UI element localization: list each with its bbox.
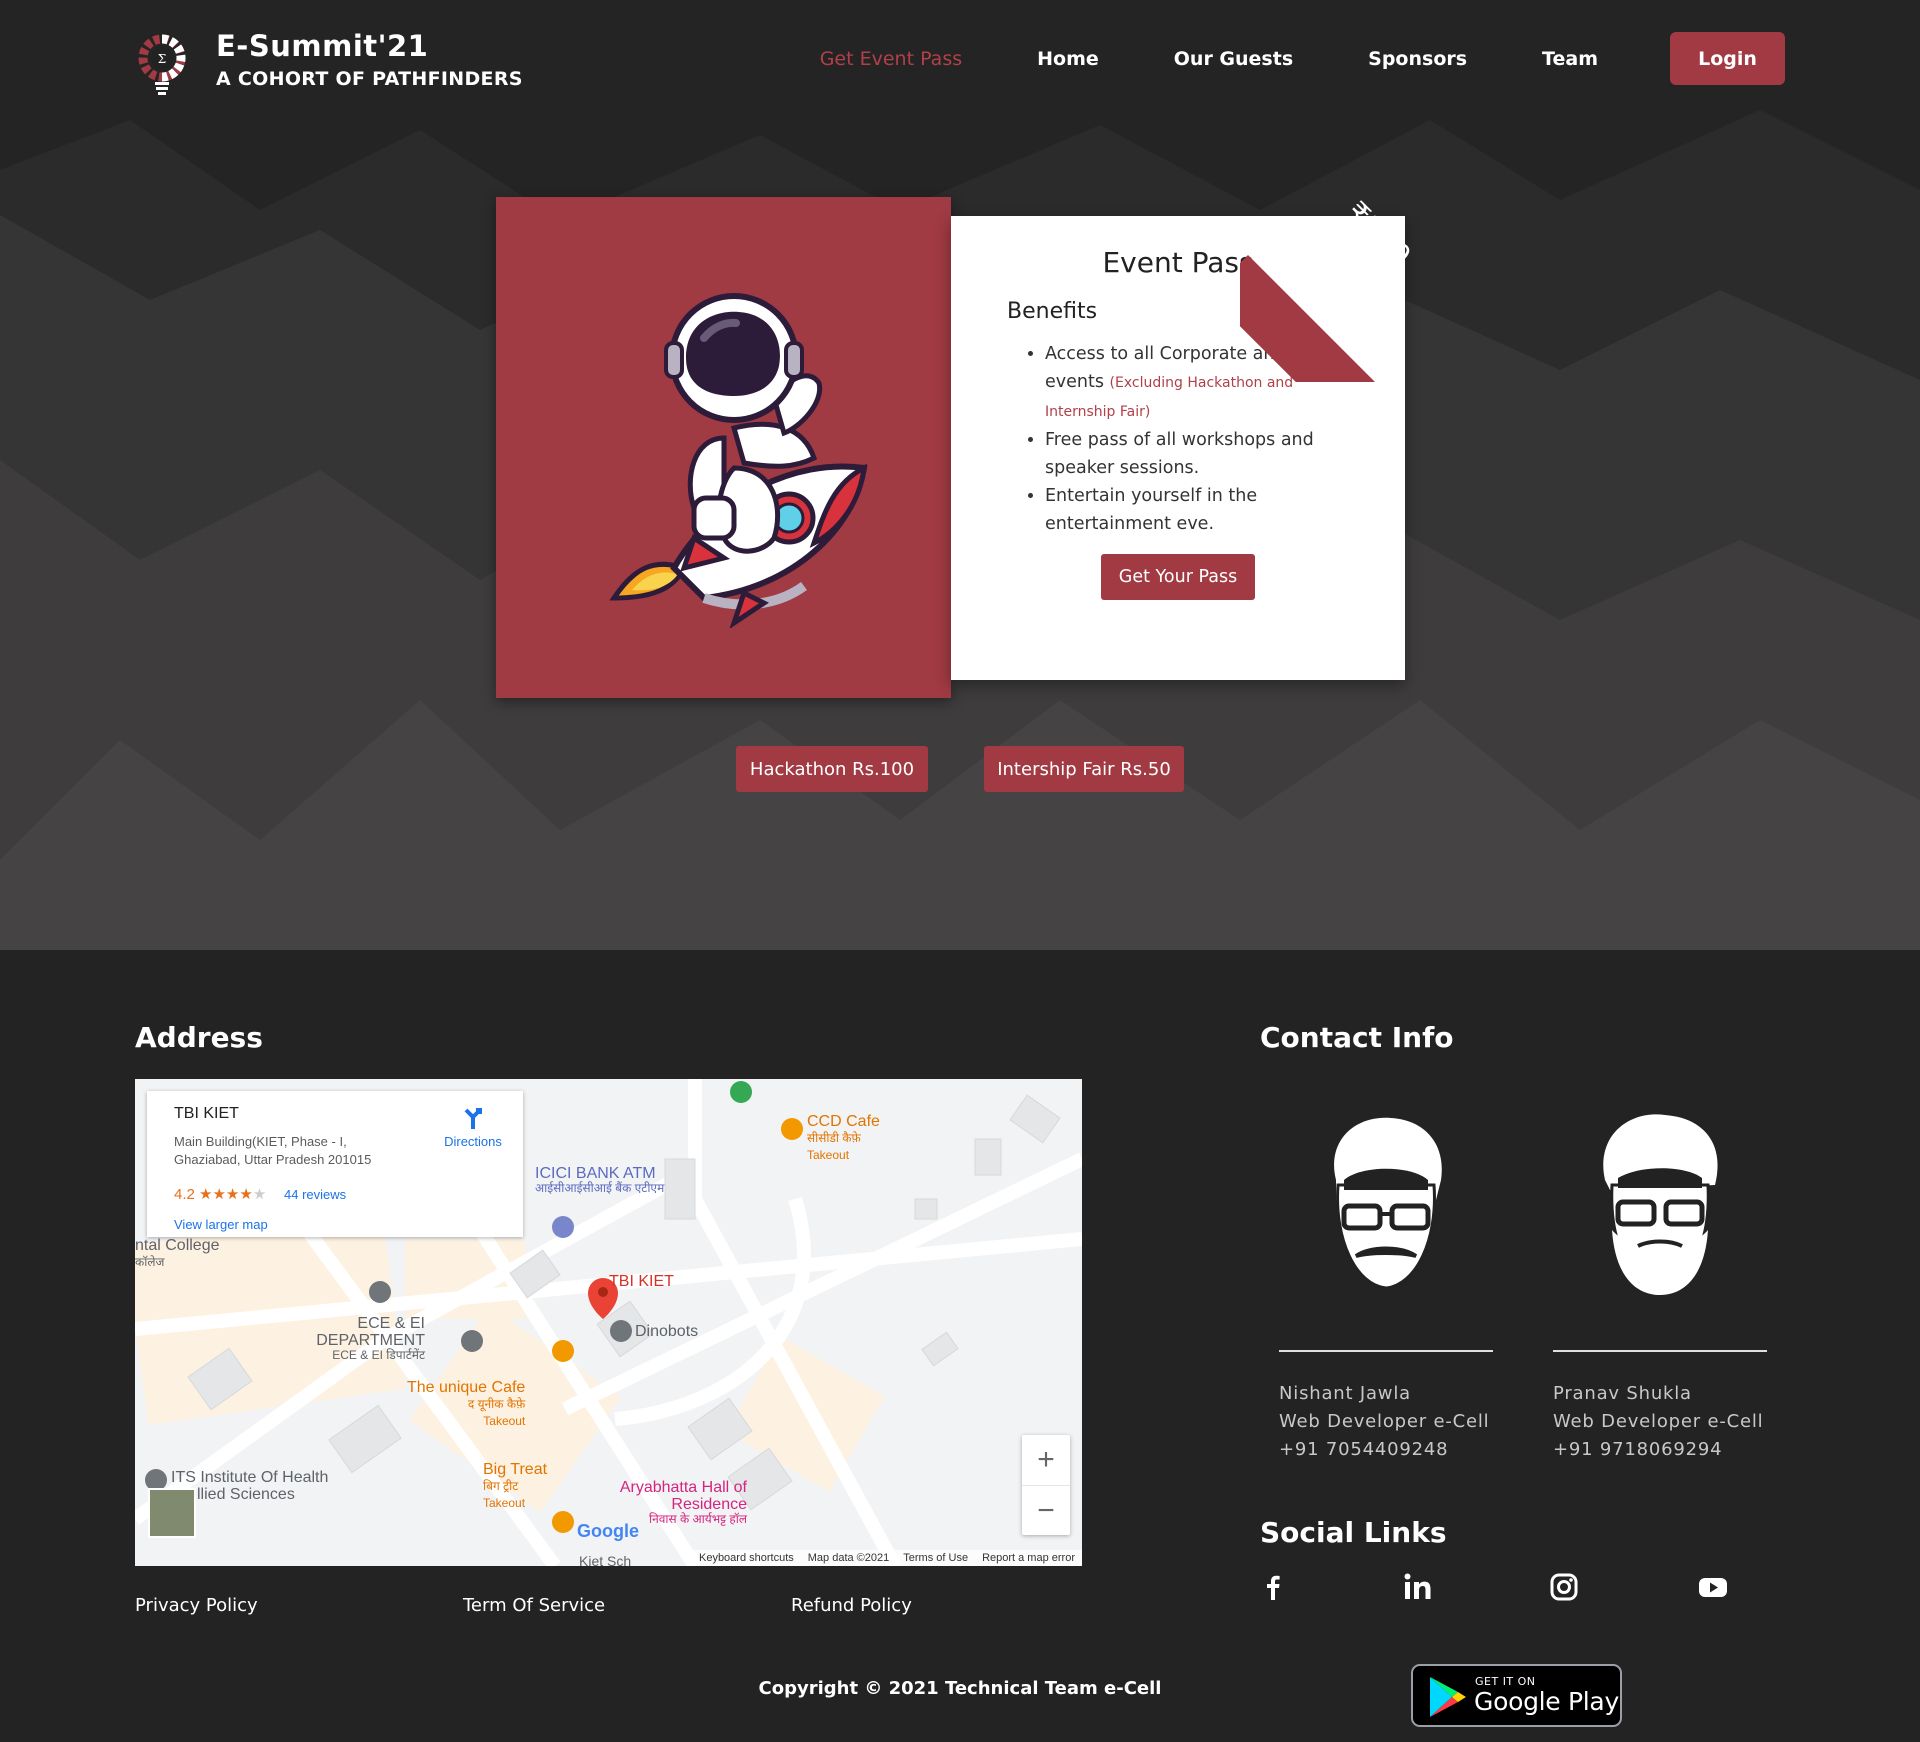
place-rating: 4.2 ★★★★★ — [174, 1186, 267, 1203]
benefits-heading: Benefits — [1007, 299, 1098, 324]
rating-stars: ★★★★ — [199, 1186, 253, 1203]
svg-text:Σ: Σ — [158, 52, 166, 66]
contact-divider — [1553, 1350, 1767, 1352]
internship-fair-pass-button[interactable]: Intership Fair Rs.50 — [984, 746, 1184, 792]
place-address: Main Building(KIET, Phase - I, Ghaziabad… — [174, 1134, 372, 1167]
map-label-icici: ICICI BANK ATM आईसीआईसीआई बैंक एटीएम — [535, 1165, 665, 1195]
map-label-college: ntal College कॉलेज — [135, 1237, 220, 1269]
place-name: TBI KIET — [174, 1105, 239, 1122]
pass-illustration-panel — [496, 197, 951, 698]
social-links-heading: Social Links — [1260, 1516, 1447, 1549]
copyright-text: Copyright © 2021 Technical Team e-Cell — [758, 1678, 1162, 1699]
get-your-pass-button[interactable]: Get Your Pass — [1101, 554, 1255, 600]
map-label-unique-cafe: The unique Cafe द यूनीक कैफ़े Takeout — [407, 1379, 526, 1428]
instagram-icon[interactable] — [1547, 1570, 1581, 1604]
astronaut-rocket-illustration — [608, 292, 867, 628]
map-label-kiet-school: Kiet Sch — [579, 1553, 632, 1566]
nav-sponsors[interactable]: Sponsors — [1368, 48, 1467, 70]
map-data-text: Map data ©2021 — [807, 1552, 890, 1564]
price-ribbon-text: ₹150 — [1338, 197, 1418, 274]
map-label-big-treat: Big Treat बिग ट्रीट Takeout — [483, 1461, 548, 1510]
map-label-ccd: CCD Cafe सीसीडी कैफ़े Takeout — [807, 1113, 880, 1162]
view-larger-map-link[interactable]: View larger map — [174, 1217, 268, 1232]
avatar-icon — [1334, 1117, 1442, 1290]
map-footer: Keyboard shortcuts Map data ©2021 Terms … — [691, 1550, 1082, 1566]
map-label-its: ITS Institute Of Health llied Sciences — [171, 1469, 329, 1503]
contact-role: Web Developer e-Cell — [1279, 1411, 1490, 1432]
badge-big-text: Google Play — [1474, 1687, 1619, 1716]
google-map[interactable]: TBI KIET Main Building(KIET, Phase - I, … — [135, 1079, 1082, 1566]
contact-info: Pranav Shukla Web Developer e-Cell +91 9… — [1553, 1380, 1763, 1464]
google-play-icon — [1430, 1677, 1466, 1717]
contact-role: Web Developer e-Cell — [1553, 1411, 1764, 1432]
directions-button[interactable]: Directions — [433, 1105, 513, 1149]
google-logo: Google — [577, 1521, 639, 1541]
hero-section: Σ E-Summit'21 A COHORT OF PATHFINDERS Ge… — [0, 0, 1920, 950]
keyboard-shortcuts-link[interactable]: Keyboard shortcuts — [699, 1552, 794, 1564]
main-nav: Get Event Pass Home Our Guests Sponsors … — [745, 32, 1785, 85]
map-label-dinobots: Dinobots — [635, 1323, 699, 1340]
contact-card: Nishant Jawla Web Developer e-Cell +91 7… — [1279, 1110, 1493, 1460]
esummit-logo-icon: Σ — [138, 34, 186, 95]
site-title: E-Summit'21 — [216, 29, 429, 63]
refund-policy-link[interactable]: Refund Policy — [791, 1595, 912, 1616]
avatar-icon — [1603, 1114, 1718, 1295]
contact-divider — [1279, 1350, 1493, 1352]
terms-of-service-link[interactable]: Term Of Service — [463, 1595, 605, 1616]
map-label-ece: ECE & EI DEPARTMENT ECE & EI डिपार्टमेंट — [316, 1315, 425, 1362]
nav-home[interactable]: Home — [1037, 48, 1099, 70]
nav-our-guests[interactable]: Our Guests — [1174, 48, 1293, 70]
address-heading: Address — [135, 1021, 263, 1054]
price-ribbon: ₹150 — [1240, 197, 1425, 382]
directions-icon — [464, 1108, 482, 1129]
zoom-controls: + − — [1022, 1435, 1070, 1535]
brand[interactable]: Σ E-Summit'21 A COHORT OF PATHFINDERS — [138, 26, 523, 96]
login-button[interactable]: Login — [1670, 32, 1785, 85]
google-play-badge[interactable]: GET IT ON Google Play — [1411, 1664, 1622, 1727]
contact-name: Pranav Shukla — [1553, 1383, 1692, 1404]
facebook-icon[interactable] — [1256, 1570, 1290, 1604]
zoom-out-button[interactable]: − — [1022, 1485, 1070, 1535]
privacy-policy-link[interactable]: Privacy Policy — [135, 1595, 258, 1616]
nav-team[interactable]: Team — [1542, 48, 1598, 70]
map-label-aryabhatta: Aryabhatta Hall of Residence निवास के आर्… — [619, 1479, 747, 1526]
map-label-tbi: TBI KIET — [609, 1273, 674, 1290]
contact-card: Pranav Shukla Web Developer e-Cell +91 9… — [1553, 1110, 1767, 1460]
contact-heading: Contact Info — [1260, 1021, 1454, 1054]
report-map-error-link[interactable]: Report a map error — [982, 1552, 1075, 1564]
youtube-icon[interactable] — [1696, 1570, 1730, 1604]
zoom-in-button[interactable]: + — [1022, 1435, 1070, 1485]
contact-phone[interactable]: +91 7054409248 — [1279, 1436, 1489, 1464]
nav-get-event-pass[interactable]: Get Event Pass — [820, 48, 962, 70]
linkedin-icon[interactable] — [1401, 1570, 1435, 1604]
contact-name: Nishant Jawla — [1279, 1383, 1411, 1404]
reviews-link[interactable]: 44 reviews — [284, 1187, 346, 1202]
contact-info: Nishant Jawla Web Developer e-Cell +91 7… — [1279, 1380, 1489, 1464]
place-info-card: TBI KIET Main Building(KIET, Phase - I, … — [147, 1091, 523, 1237]
terms-of-use-link[interactable]: Terms of Use — [903, 1552, 968, 1564]
benefit-item: Free pass of all workshops and speaker s… — [1045, 426, 1345, 482]
site-subtitle: A COHORT OF PATHFINDERS — [216, 68, 523, 90]
benefit-item: Entertain yourself in the entertainment … — [1045, 482, 1345, 538]
hackathon-pass-button[interactable]: Hackathon Rs.100 — [736, 746, 928, 792]
contact-phone[interactable]: +91 9718069294 — [1553, 1436, 1763, 1464]
